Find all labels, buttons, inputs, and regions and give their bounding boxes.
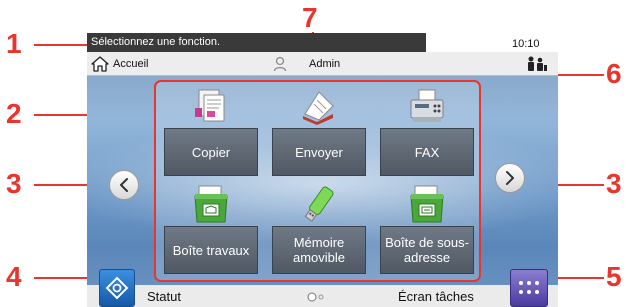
accessibility-button[interactable]	[516, 53, 556, 75]
job-box-icon	[194, 185, 228, 223]
previous-page-button[interactable]	[109, 170, 139, 200]
task-screen-label: Écran tâches	[398, 289, 474, 304]
function-label-copier: Copier	[164, 128, 258, 176]
chevron-right-icon	[506, 171, 514, 185]
user-label: Admin	[309, 58, 341, 70]
clock: 10:10	[512, 38, 540, 50]
function-tile-job-box[interactable]: Boîte travaux	[163, 184, 259, 276]
fax-icon	[410, 89, 444, 122]
callout-2: 2	[6, 98, 22, 129]
callout-7: 7	[302, 2, 318, 33]
function-tile-send[interactable]: Envoyer	[271, 86, 367, 178]
message-text: Sélectionnez une fonction.	[91, 36, 221, 48]
callout-3-right: 3	[606, 168, 622, 199]
home-icon	[91, 56, 109, 72]
task-screen-button[interactable]	[510, 269, 548, 307]
function-label-fax: FAX	[380, 128, 474, 176]
status-button[interactable]	[99, 269, 135, 307]
callout-line-1	[34, 44, 90, 46]
copier-icon	[195, 89, 225, 122]
accessibility-icon	[528, 56, 547, 71]
callout-6: 6	[606, 58, 622, 89]
login-user-button[interactable]: Admin	[267, 52, 425, 76]
function-label-subaddress-box: Boîte de sous-adresse	[380, 226, 474, 274]
subaddress-box-icon	[410, 185, 444, 223]
function-tile-fax[interactable]: FAX	[379, 86, 475, 178]
status-label: Statut	[147, 289, 181, 304]
function-label-job-box: Boîte travaux	[164, 226, 258, 274]
function-label-removable-memory: Mémoire amovible	[272, 226, 366, 274]
next-page-button[interactable]	[495, 163, 525, 193]
navigation-bar: Accueil Admin	[87, 52, 558, 76]
callout-4: 4	[6, 261, 22, 292]
home-label: Accueil	[113, 58, 149, 70]
function-tile-removable-memory[interactable]: Mémoire amovible	[271, 184, 367, 276]
usb-memory-icon	[304, 186, 334, 222]
user-icon	[273, 56, 287, 72]
page-indicator	[307, 292, 324, 302]
function-panel: Copier Envoyer FAX Boîte travaux Mémoire…	[154, 80, 481, 282]
bottom-bar: Statut Écran tâches	[87, 285, 558, 307]
callout-3-left: 3	[6, 168, 22, 199]
message-bar: Sélectionnez une fonction.	[87, 33, 426, 52]
status-icon	[105, 276, 129, 300]
callout-5: 5	[606, 261, 622, 292]
send-icon	[303, 91, 334, 125]
function-tile-copier[interactable]: Copier	[163, 86, 259, 178]
chevron-left-icon	[120, 178, 128, 192]
function-tile-subaddress-box[interactable]: Boîte de sous-adresse	[379, 184, 475, 276]
home-button[interactable]: Accueil	[87, 52, 267, 76]
function-label-send: Envoyer	[272, 128, 366, 176]
callout-1: 1	[6, 28, 22, 59]
apps-grid-icon	[519, 281, 539, 294]
touch-panel-screen: Sélectionnez une fonction. 10:10 Accueil…	[87, 33, 558, 307]
callout-line-6	[553, 74, 604, 76]
